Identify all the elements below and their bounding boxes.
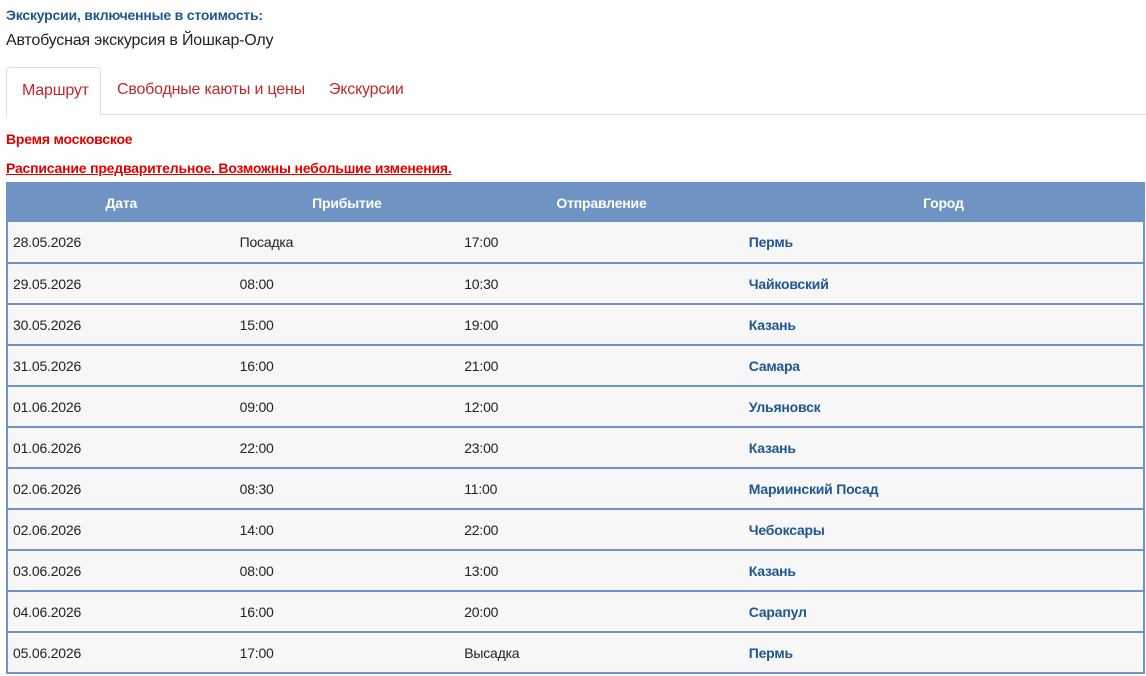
cell-city-link[interactable]: Мариинский Посад bbox=[743, 468, 1144, 510]
table-row: 01.06.2026 09:00 12:00 Ульяновск bbox=[7, 386, 1144, 428]
cell-city-link[interactable]: Чайковский bbox=[743, 263, 1144, 305]
table-row: 04.06.2026 16:00 20:00 Сарапул bbox=[7, 591, 1144, 633]
cell-city-link[interactable]: Казань bbox=[743, 304, 1144, 346]
cell-date: 03.06.2026 bbox=[7, 550, 235, 592]
route-schedule-table: Дата Прибытие Отправление Город 28.05.20… bbox=[6, 182, 1145, 674]
cell-date: 02.06.2026 bbox=[7, 468, 235, 510]
cell-departure: 17:00 bbox=[459, 222, 744, 264]
cell-arrival: 08:30 bbox=[234, 468, 460, 510]
tab-bar: Маршрут Свободные каюты и цены Экскурсии bbox=[6, 67, 1146, 116]
cell-city-link[interactable]: Пермь bbox=[743, 222, 1144, 264]
tab-free-cabins-prices[interactable]: Свободные каюты и цены bbox=[102, 67, 320, 115]
tab-route[interactable]: Маршрут bbox=[6, 67, 101, 116]
cell-arrival: 08:00 bbox=[234, 550, 460, 592]
cell-departure: 20:00 bbox=[459, 591, 744, 633]
cell-date: 01.06.2026 bbox=[7, 427, 235, 469]
cell-departure: 10:30 bbox=[459, 263, 744, 305]
cell-arrival: 14:00 bbox=[234, 509, 460, 551]
cell-date: 30.05.2026 bbox=[7, 304, 235, 346]
cell-arrival: 15:00 bbox=[234, 304, 460, 346]
cell-city-link[interactable]: Казань bbox=[743, 550, 1144, 592]
table-row: 05.06.2026 17:00 Высадка Пермь bbox=[7, 632, 1144, 673]
table-row: 01.06.2026 22:00 23:00 Казань bbox=[7, 427, 1144, 469]
table-row: 28.05.2026 Посадка 17:00 Пермь bbox=[7, 222, 1144, 264]
header-departure: Отправление bbox=[459, 183, 744, 222]
cell-arrival: 22:00 bbox=[234, 427, 460, 469]
table-row: 29.05.2026 08:00 10:30 Чайковский bbox=[7, 263, 1144, 305]
tab-excursions[interactable]: Экскурсии bbox=[314, 67, 419, 115]
included-excursion-item: Автобусная экскурсия в Йошкар-Олу bbox=[6, 32, 274, 49]
table-row: 30.05.2026 15:00 19:00 Казань bbox=[7, 304, 1144, 346]
cell-departure: Высадка bbox=[459, 632, 744, 673]
table-row: 02.06.2026 14:00 22:00 Чебоксары bbox=[7, 509, 1144, 551]
cell-date: 04.06.2026 bbox=[7, 591, 235, 633]
cell-arrival: Посадка bbox=[234, 222, 460, 264]
cell-city-link[interactable]: Чебоксары bbox=[743, 509, 1144, 551]
preliminary-schedule-note: Расписание предварительное. Возможны неб… bbox=[6, 160, 452, 176]
cell-arrival: 08:00 bbox=[234, 263, 460, 305]
cell-city-link[interactable]: Самара bbox=[743, 345, 1144, 387]
cell-city-link[interactable]: Ульяновск bbox=[743, 386, 1144, 428]
cell-date: 28.05.2026 bbox=[7, 222, 235, 264]
cell-departure: 12:00 bbox=[459, 386, 744, 428]
cell-date: 02.06.2026 bbox=[7, 509, 235, 551]
cell-date: 29.05.2026 bbox=[7, 263, 235, 305]
table-header-row: Дата Прибытие Отправление Город bbox=[7, 183, 1144, 222]
cell-date: 31.05.2026 bbox=[7, 345, 235, 387]
cell-arrival: 09:00 bbox=[234, 386, 460, 428]
header-arrival: Прибытие bbox=[234, 183, 460, 222]
cell-city-link[interactable]: Пермь bbox=[743, 632, 1144, 673]
cell-departure: 23:00 bbox=[459, 427, 744, 469]
included-excursions-title: Экскурсии, включенные в стоимость: bbox=[6, 7, 263, 23]
cell-arrival: 16:00 bbox=[234, 591, 460, 633]
cell-city-link[interactable]: Казань bbox=[743, 427, 1144, 469]
cell-departure: 21:00 bbox=[459, 345, 744, 387]
cell-arrival: 17:00 bbox=[234, 632, 460, 673]
cell-departure: 11:00 bbox=[459, 468, 744, 510]
cell-date: 05.06.2026 bbox=[7, 632, 235, 673]
cell-arrival: 16:00 bbox=[234, 345, 460, 387]
cell-departure: 19:00 bbox=[459, 304, 744, 346]
cell-departure: 13:00 bbox=[459, 550, 744, 592]
cell-city-link[interactable]: Сарапул bbox=[743, 591, 1144, 633]
cell-date: 01.06.2026 bbox=[7, 386, 235, 428]
schedule-body: 28.05.2026 Посадка 17:00 Пермь 29.05.2026 08:… bbox=[7, 222, 1144, 673]
table-row: 02.06.2026 08:30 11:00 Мариинский Посад bbox=[7, 468, 1144, 510]
cruise-route-page: Экскурсии, включенные в стоимость: Автоб… bbox=[0, 0, 1146, 676]
table-row: 31.05.2026 16:00 21:00 Самара bbox=[7, 345, 1144, 387]
moscow-time-note: Время московское bbox=[6, 131, 133, 147]
header-date: Дата bbox=[7, 183, 235, 222]
cell-departure: 22:00 bbox=[459, 509, 744, 551]
table-row: 03.06.2026 08:00 13:00 Казань bbox=[7, 550, 1144, 592]
header-city: Город bbox=[743, 183, 1144, 222]
